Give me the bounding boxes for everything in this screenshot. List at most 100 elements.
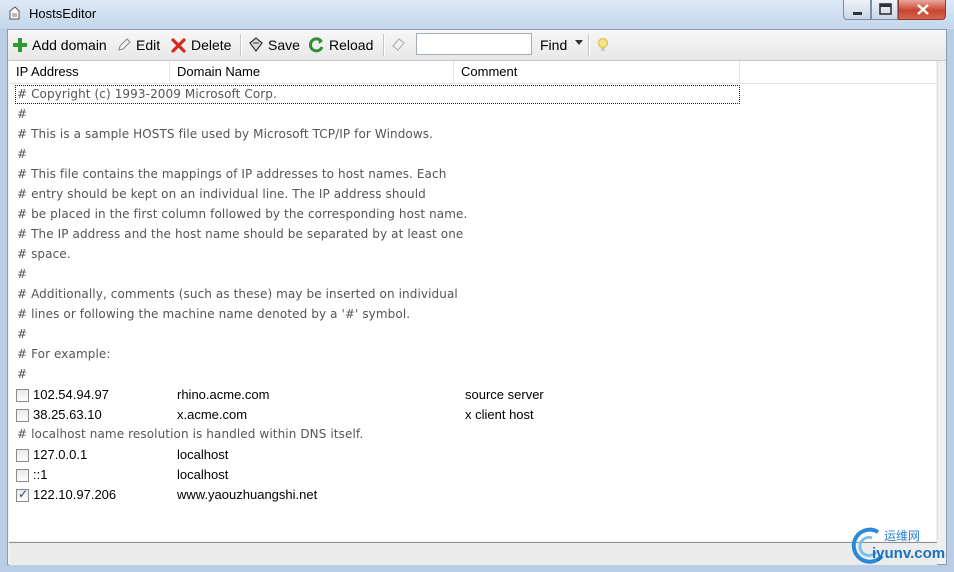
close-button[interactable] (898, 0, 946, 20)
comment-row[interactable]: # (9, 325, 936, 345)
clear-filter-button[interactable] (390, 34, 410, 56)
title-bar[interactable]: HostsEditor (0, 0, 954, 29)
watermark-text: iyunv.com (872, 545, 946, 562)
comment-text: # entry should be kept on an individual … (17, 187, 426, 201)
toolbar-separator (588, 34, 590, 56)
app-icon (9, 6, 20, 20)
comment-row[interactable]: # localhost name resolution is handled w… (9, 425, 936, 445)
delete-icon (171, 38, 186, 53)
entry-ip: 102.54.94.97 (33, 387, 109, 402)
entry-ip: ::1 (33, 467, 48, 482)
comment-row[interactable]: # Additionally, comments (such as these)… (9, 285, 936, 305)
column-domain-name[interactable]: Domain Name (170, 61, 454, 83)
maximize-icon (879, 3, 892, 15)
comment-row[interactable]: # entry should be kept on an individual … (9, 185, 936, 205)
comment-text: # localhost name resolution is handled w… (17, 427, 364, 441)
toolbar-separator (240, 34, 242, 56)
comment-text: # (17, 327, 28, 341)
window-title: HostsEditor (29, 6, 97, 21)
lightbulb-icon (598, 38, 608, 51)
comment-row[interactable]: # This is a sample HOSTS file used by Mi… (9, 125, 936, 145)
comment-row[interactable]: # For example: (9, 345, 936, 365)
entry-ip: 127.0.0.1 (33, 447, 88, 462)
entry-domain: localhost (177, 447, 229, 462)
entry-comment: source server (465, 387, 544, 402)
comment-row[interactable]: # lines or following the machine name de… (9, 305, 936, 325)
eraser-icon (392, 38, 405, 51)
maximize-button[interactable] (871, 0, 898, 20)
comment-row[interactable]: # The IP address and the host name shoul… (9, 225, 936, 245)
comment-row[interactable]: # This file contains the mappings of IP … (9, 165, 936, 185)
minimize-icon (853, 12, 862, 15)
comment-row[interactable]: # be placed in the first column followed… (9, 205, 936, 225)
column-ip-address[interactable]: IP Address (9, 61, 170, 83)
comment-text: # lines or following the machine name de… (17, 307, 411, 321)
minimize-button[interactable] (843, 0, 871, 20)
entry-checkbox[interactable] (16, 487, 29, 502)
host-entry-row[interactable]: ::1 localhost (9, 465, 936, 485)
entry-checkbox[interactable] (16, 389, 29, 402)
host-entry-row[interactable]: 122.10.97.206 www.yaouzhuangshi.net (9, 485, 936, 505)
delete-label: Delete (191, 37, 232, 53)
comment-row[interactable]: # (9, 105, 936, 125)
entry-domain: localhost (177, 467, 229, 482)
edit-button[interactable]: Edit (116, 34, 160, 56)
entry-domain: www.yaouzhuangshi.net (177, 487, 318, 502)
host-entry-row[interactable]: 127.0.0.1 localhost (9, 445, 936, 465)
plus-icon (13, 38, 27, 52)
save-label: Save (268, 37, 300, 53)
comment-text: # Copyright (c) 1993-2009 Microsoft Corp… (17, 87, 277, 101)
watermark-text-cn: 运维网 (884, 529, 921, 543)
toolbar-separator (383, 34, 385, 56)
entry-checkbox[interactable] (16, 409, 29, 422)
add-domain-label: Add domain (32, 37, 107, 53)
edit-label: Edit (136, 37, 161, 53)
comment-text: # The IP address and the host name shoul… (17, 227, 464, 241)
comment-row[interactable]: # (9, 265, 936, 285)
entry-domain: rhino.acme.com (177, 387, 270, 402)
save-icon (249, 37, 263, 52)
reload-button[interactable]: Reload (309, 34, 373, 56)
app-window: HostsEditor Add domain Edit Delete Save … (0, 0, 954, 572)
find-input[interactable] (416, 33, 532, 55)
entry-ip: 122.10.97.206 (33, 487, 117, 502)
host-entry-row[interactable]: 38.25.63.10 x.acme.com x client host (9, 405, 936, 425)
close-icon (917, 4, 929, 15)
add-domain-button[interactable]: Add domain (12, 34, 107, 56)
entry-ip: 38.25.63.10 (33, 407, 102, 422)
status-bar (9, 542, 937, 565)
comment-text: # (17, 147, 28, 161)
entry-domain: x.acme.com (177, 407, 248, 422)
comment-text: # (17, 267, 28, 281)
pencil-icon (118, 38, 131, 51)
toolbar: Add domain Edit Delete Save Reload Find (8, 30, 946, 61)
reload-label: Reload (329, 37, 374, 53)
entry-comment: x client host (465, 407, 534, 422)
comment-text: # (17, 107, 28, 121)
comment-row[interactable]: # (9, 365, 936, 385)
comment-text: # Additionally, comments (such as these)… (17, 287, 458, 301)
find-label: Find (540, 37, 568, 53)
comment-row[interactable]: # (9, 145, 936, 165)
hosts-list[interactable]: IP Address Domain Name Comment # Copyrig… (9, 61, 936, 541)
comment-text: # For example: (17, 347, 111, 361)
comment-text: # be placed in the first column followed… (17, 207, 468, 221)
host-entry-row[interactable]: 102.54.94.97 rhino.acme.com source serve… (9, 385, 936, 405)
find-button[interactable]: Find (540, 34, 567, 56)
delete-button[interactable]: Delete (171, 34, 231, 56)
vertical-scrollbar[interactable] (937, 61, 946, 541)
comment-row[interactable]: # Copyright (c) 1993-2009 Microsoft Corp… (9, 85, 936, 105)
watermark-logo: 运维网 iyunv.com (848, 524, 948, 568)
comment-text: # (17, 367, 28, 381)
chevron-down-icon[interactable] (575, 40, 583, 45)
column-comment[interactable]: Comment (454, 61, 740, 83)
comment-text: # This file contains the mappings of IP … (17, 167, 447, 181)
client-area: Add domain Edit Delete Save Reload Find … (7, 29, 947, 565)
column-header: IP Address Domain Name Comment (9, 61, 936, 84)
save-button[interactable]: Save (248, 34, 300, 56)
comment-row[interactable]: # space. (9, 245, 936, 265)
hint-button[interactable] (596, 34, 614, 56)
entry-checkbox[interactable] (16, 469, 29, 482)
entry-checkbox[interactable] (16, 449, 29, 462)
comment-text: # space. (17, 247, 71, 261)
